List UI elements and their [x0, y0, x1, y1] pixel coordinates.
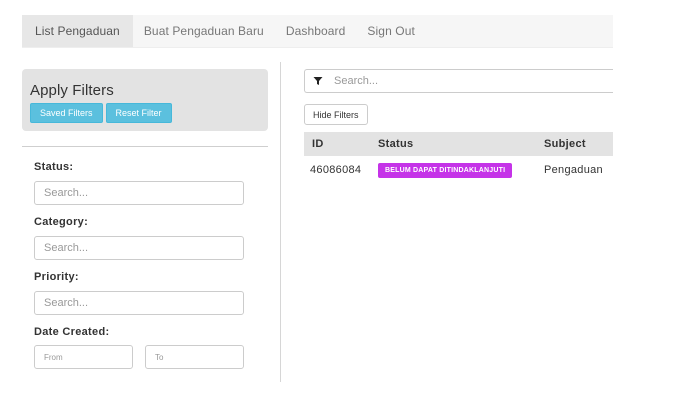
priority-filter-group: Priority: Search...	[34, 271, 244, 315]
filters-header: Apply Filters Saved Filters Reset Filter	[22, 69, 268, 131]
date-from-input[interactable]: From	[34, 345, 133, 369]
table-row[interactable]: 46086084 BELUM DAPAT DITINDAKLANJUTI Pen…	[304, 156, 613, 184]
cell-id: 46086084	[310, 164, 362, 176]
top-navigation: List Pengaduan Buat Pengaduan Baru Dashb…	[22, 15, 613, 48]
nav-item-sign-out[interactable]: Sign Out	[356, 15, 426, 47]
table-header: ID Status Subject	[304, 132, 613, 156]
status-filter-input[interactable]: Search...	[34, 181, 244, 205]
date-to-input[interactable]: To	[145, 345, 244, 369]
filter-actions: Saved Filters Reset Filter	[30, 103, 260, 123]
date-created-filter-group: Date Created: From To	[34, 326, 244, 369]
main-search-bar[interactable]: Search...	[304, 69, 613, 93]
status-filter-label: Status:	[34, 161, 74, 173]
filters-sidebar: Apply Filters Saved Filters Reset Filter…	[22, 69, 268, 369]
category-filter-label: Category:	[34, 216, 89, 228]
date-created-filter-label: Date Created:	[34, 326, 110, 338]
page: List Pengaduan Buat Pengaduan Baru Dashb…	[0, 0, 673, 394]
nav-item-buat-pengaduan-baru[interactable]: Buat Pengaduan Baru	[133, 15, 275, 47]
priority-filter-label: Priority:	[34, 271, 79, 283]
filter-icon	[305, 70, 331, 92]
cell-status: BELUM DAPAT DITINDAKLANJUTI	[378, 156, 513, 184]
sidebar-divider	[22, 146, 268, 147]
vertical-separator	[280, 62, 281, 382]
priority-filter-input[interactable]: Search...	[34, 291, 244, 315]
column-header-subject[interactable]: Subject	[544, 132, 586, 156]
nav-item-dashboard[interactable]: Dashboard	[275, 15, 357, 47]
status-filter-group: Status: Search...	[34, 161, 244, 205]
hide-filters-button[interactable]: Hide Filters	[304, 104, 368, 125]
saved-filters-button[interactable]: Saved Filters	[30, 103, 103, 123]
status-badge: BELUM DAPAT DITINDAKLANJUTI	[378, 162, 513, 178]
cell-subject: Pengaduan	[544, 164, 603, 176]
date-range-row: From To	[34, 345, 244, 369]
reset-filter-button[interactable]: Reset Filter	[105, 103, 172, 123]
category-filter-input[interactable]: Search...	[34, 236, 244, 260]
filters-title: Apply Filters	[30, 82, 114, 99]
nav-item-list-pengaduan[interactable]: List Pengaduan	[22, 15, 133, 47]
category-filter-group: Category: Search...	[34, 216, 244, 260]
main-search-input[interactable]: Search...	[331, 75, 378, 87]
column-header-status[interactable]: Status	[378, 132, 413, 156]
column-header-id[interactable]: ID	[312, 132, 324, 156]
